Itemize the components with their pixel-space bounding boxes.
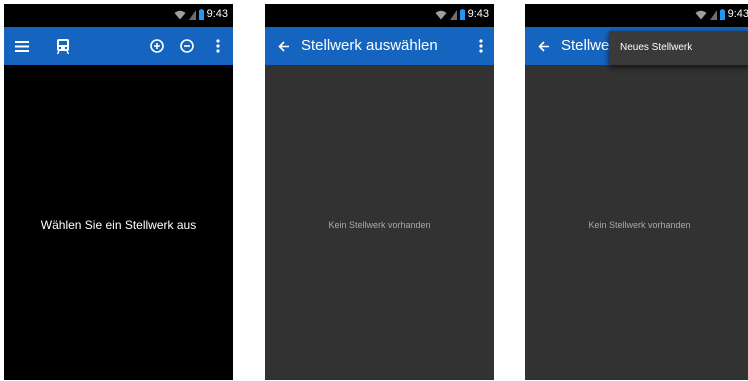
- app-bar: [4, 27, 233, 65]
- battery-icon: [719, 9, 725, 20]
- battery-icon: [459, 9, 465, 20]
- wifi-icon: [435, 10, 447, 19]
- screen-main: 9:43 Wählen Sie ein Stellwerk aus: [4, 4, 233, 380]
- overflow-popup-menu: Neues Stellwerk: [609, 31, 748, 65]
- select-interlocking-message: Wählen Sie ein Stellwerk aus: [40, 218, 197, 232]
- back-arrow-icon[interactable]: [273, 27, 295, 65]
- status-time: 9:43: [206, 8, 228, 20]
- status-time: 9:43: [727, 8, 748, 20]
- screen-select: 9:43 Stellwerk auswählen Kein Stellwerk …: [265, 4, 494, 380]
- empty-state-text: Kein Stellwerk vorhanden: [328, 220, 431, 230]
- remove-circle-icon[interactable]: [176, 27, 198, 65]
- signal-icon: [709, 9, 717, 20]
- status-bar: 9:43: [525, 4, 748, 27]
- back-arrow-icon[interactable]: [533, 27, 555, 65]
- menu-item-new-interlocking[interactable]: Neues Stellwerk: [620, 31, 692, 65]
- status-bar: 9:43: [4, 4, 233, 27]
- battery-icon: [198, 9, 204, 20]
- signal-icon: [188, 9, 196, 20]
- wifi-icon: [695, 10, 707, 19]
- overflow-menu-icon[interactable]: [210, 27, 226, 65]
- empty-state-text: Kein Stellwerk vorhanden: [588, 220, 691, 230]
- screen-select-menu-open: 9:43 Stellwerk auswählen Kein Stellwerk …: [525, 4, 748, 380]
- wifi-icon: [174, 10, 186, 19]
- menu-icon[interactable]: [10, 27, 34, 65]
- status-time: 9:43: [467, 8, 489, 20]
- page-title: Stellwerk auswählen: [301, 37, 438, 54]
- overflow-menu-icon[interactable]: [473, 27, 489, 65]
- train-icon[interactable]: [52, 27, 74, 65]
- add-circle-icon[interactable]: [146, 27, 168, 65]
- signal-icon: [449, 9, 457, 20]
- status-bar: 9:43: [265, 4, 494, 27]
- app-bar: Stellwerk auswählen: [265, 27, 494, 65]
